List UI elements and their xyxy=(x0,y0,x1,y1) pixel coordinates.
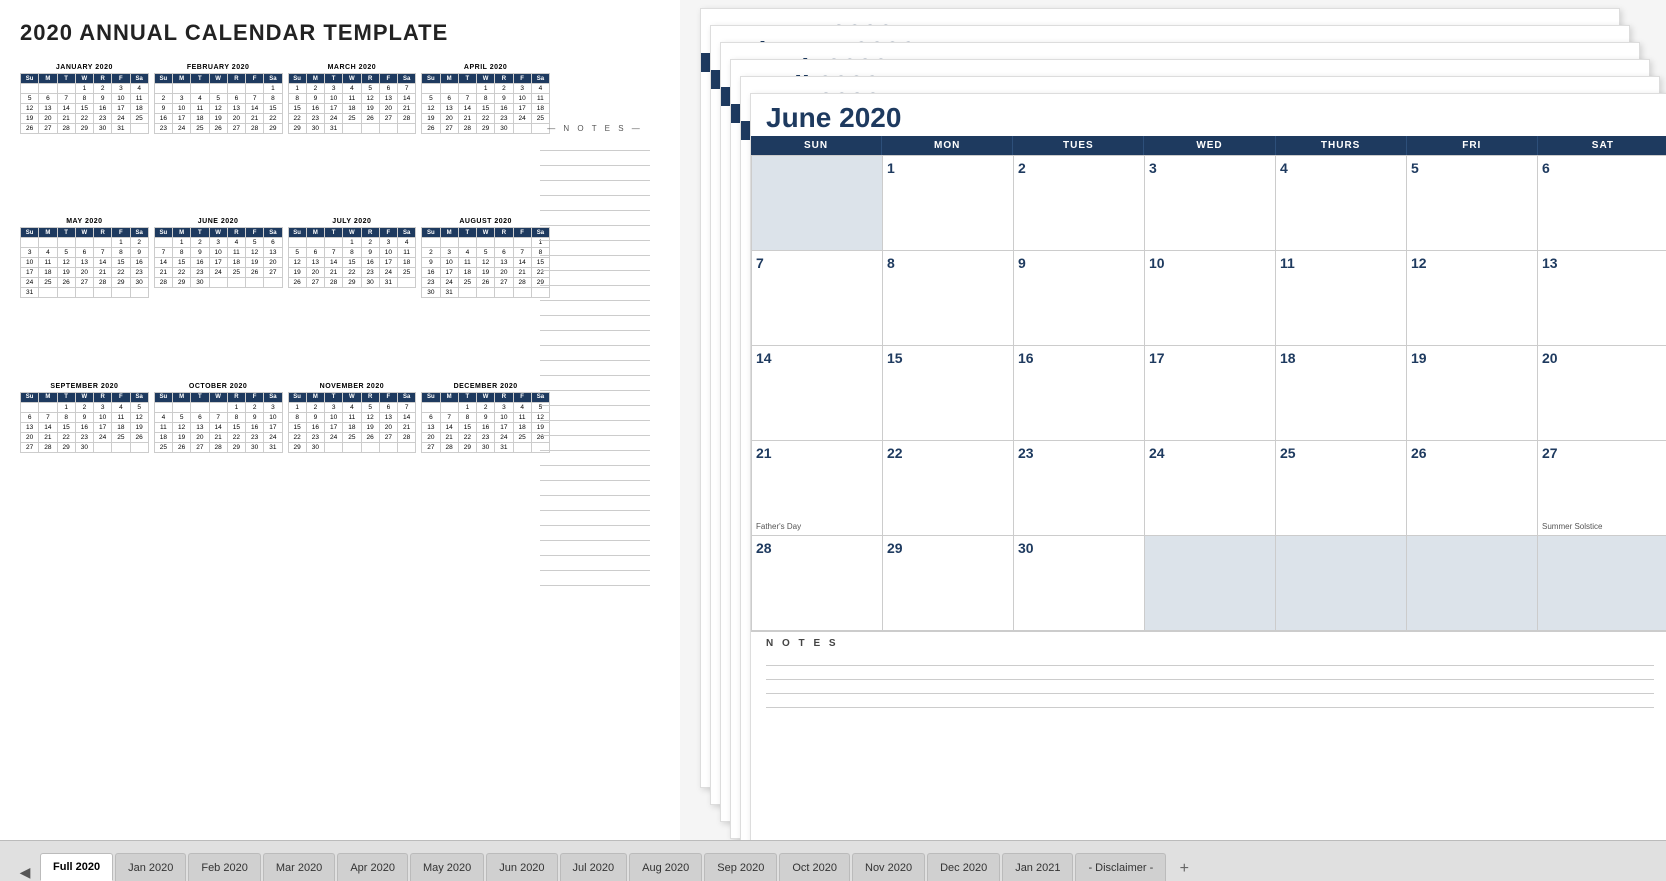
june-day-cell: 25 xyxy=(1276,441,1407,536)
june-day-cell: 16 xyxy=(1014,346,1145,441)
tab-nov-2020[interactable]: Nov 2020 xyxy=(852,853,925,881)
june-day-cell: 24 xyxy=(1145,441,1276,536)
notes-section: — N O T E S — xyxy=(540,124,650,587)
june-day-cell: 20 xyxy=(1538,346,1666,441)
june-day-cell: 13 xyxy=(1538,251,1666,346)
mini-calendars-grid: JANUARY 2020SuMTWRFSa1234567891011121314… xyxy=(20,64,550,527)
tab-add-button[interactable]: + xyxy=(1172,857,1196,881)
june-day-cell: 2 xyxy=(1014,156,1145,251)
mini-cal-aug: AUGUST 2020SuMTWRFSa12345678910111213141… xyxy=(421,218,550,372)
cal-page-june: June 2020 SUN MON TUES WED THURS FRI SAT… xyxy=(750,93,1666,840)
tab-nav-left[interactable]: ◀ xyxy=(10,864,40,881)
tab-dec-2020[interactable]: Dec 2020 xyxy=(927,853,1000,881)
tab-bar: ◀ Full 2020Jan 2020Feb 2020Mar 2020Apr 2… xyxy=(0,840,1666,881)
june-notes-lines xyxy=(766,652,1654,708)
tabs-container: Full 2020Jan 2020Feb 2020Mar 2020Apr 202… xyxy=(40,853,1168,881)
june-day-cell: 15 xyxy=(883,346,1014,441)
june-day-cell: 10 xyxy=(1145,251,1276,346)
mini-cal-jul: JULY 2020SuMTWRFSa1234567891011121314151… xyxy=(288,218,417,372)
june-day-cell: 8 xyxy=(883,251,1014,346)
tab-mar-2020[interactable]: Mar 2020 xyxy=(263,853,335,881)
june-header: SUN MON TUES WED THURS FRI SAT xyxy=(751,136,1666,155)
june-day-cell: 3 xyxy=(1145,156,1276,251)
june-day-cell xyxy=(1276,536,1407,631)
mini-cal-dec: DECEMBER 2020SuMTWRFSa123456789101112131… xyxy=(421,383,550,527)
june-day-cell: 17 xyxy=(1145,346,1276,441)
annual-title: 2020 ANNUAL CALENDAR TEMPLATE xyxy=(20,20,665,46)
june-day-cell xyxy=(1538,536,1666,631)
june-day-cell xyxy=(752,156,883,251)
notes-label: N O T E S xyxy=(766,638,1654,649)
june-day-cell: 11 xyxy=(1276,251,1407,346)
june-day-cell: 26 xyxy=(1407,441,1538,536)
june-day-cell: 19 xyxy=(1407,346,1538,441)
notes-title: — N O T E S — xyxy=(540,124,650,133)
june-day-cell: 6 xyxy=(1538,156,1666,251)
june-day-cell: 12 xyxy=(1407,251,1538,346)
mini-cal-nov: NOVEMBER 2020SuMTWRFSa123456789101112131… xyxy=(288,383,417,527)
tab-sep-2020[interactable]: Sep 2020 xyxy=(704,853,777,881)
notes-lines xyxy=(540,137,650,586)
mini-cal-may: MAY 2020SuMTWRFSa12345678910111213141516… xyxy=(20,218,149,372)
main-area: 2020 ANNUAL CALENDAR TEMPLATE JANUARY 20… xyxy=(0,0,1666,840)
tab-oct-2020[interactable]: Oct 2020 xyxy=(779,853,850,881)
june-day-cell: 21Father's Day xyxy=(752,441,883,536)
tab-jul-2020[interactable]: Jul 2020 xyxy=(560,853,628,881)
tab-apr-2020[interactable]: Apr 2020 xyxy=(337,853,408,881)
june-day-cell: 14 xyxy=(752,346,883,441)
june-day-cell: 18 xyxy=(1276,346,1407,441)
june-day-cell xyxy=(1145,536,1276,631)
tab-full-2020[interactable]: Full 2020 xyxy=(40,853,113,881)
june-body: 123456789101112131415161718192021Father'… xyxy=(751,155,1666,631)
right-panel: January 2020 SUN MON TUES WED THURS FRI … xyxy=(680,0,1666,840)
tab-feb-2020[interactable]: Feb 2020 xyxy=(188,853,260,881)
june-day-cell: 5 xyxy=(1407,156,1538,251)
june-day-cell: 23 xyxy=(1014,441,1145,536)
june-day-cell: 22 xyxy=(883,441,1014,536)
june-day-cell xyxy=(1407,536,1538,631)
june-day-cell: 4 xyxy=(1276,156,1407,251)
june-day-cell: 30 xyxy=(1014,536,1145,631)
tab-jan-2020[interactable]: Jan 2020 xyxy=(115,853,186,881)
mini-cal-mar: MARCH 2020SuMTWRFSa123456789101112131415… xyxy=(288,64,417,208)
june-day-cell: 1 xyxy=(883,156,1014,251)
left-panel: 2020 ANNUAL CALENDAR TEMPLATE JANUARY 20… xyxy=(0,0,680,840)
june-day-cell: 28 xyxy=(752,536,883,631)
tab---disclaimer--[interactable]: - Disclaimer - xyxy=(1075,853,1166,881)
mini-cal-apr: APRIL 2020SuMTWRFSa123456789101112131415… xyxy=(421,64,550,208)
mini-cal-jun: JUNE 2020SuMTWRFSa1234567891011121314151… xyxy=(154,218,283,372)
june-day-cell: 7 xyxy=(752,251,883,346)
june-title: June 2020 xyxy=(751,94,1666,136)
mini-cal-oct: OCTOBER 2020SuMTWRFSa1234567891011121314… xyxy=(154,383,283,527)
tab-aug-2020[interactable]: Aug 2020 xyxy=(629,853,702,881)
june-day-cell: 27Summer Solstice xyxy=(1538,441,1666,536)
june-day-cell: 9 xyxy=(1014,251,1145,346)
tab-jan-2021[interactable]: Jan 2021 xyxy=(1002,853,1073,881)
mini-cal-feb: FEBRUARY 2020SuMTWRFSa123456789101112131… xyxy=(154,64,283,208)
tab-may-2020[interactable]: May 2020 xyxy=(410,853,484,881)
mini-cal-jan: JANUARY 2020SuMTWRFSa1234567891011121314… xyxy=(20,64,149,208)
june-day-cell: 29 xyxy=(883,536,1014,631)
tab-jun-2020[interactable]: Jun 2020 xyxy=(486,853,557,881)
mini-cal-sep: SEPTEMBER 2020SuMTWRFSa12345678910111213… xyxy=(20,383,149,527)
